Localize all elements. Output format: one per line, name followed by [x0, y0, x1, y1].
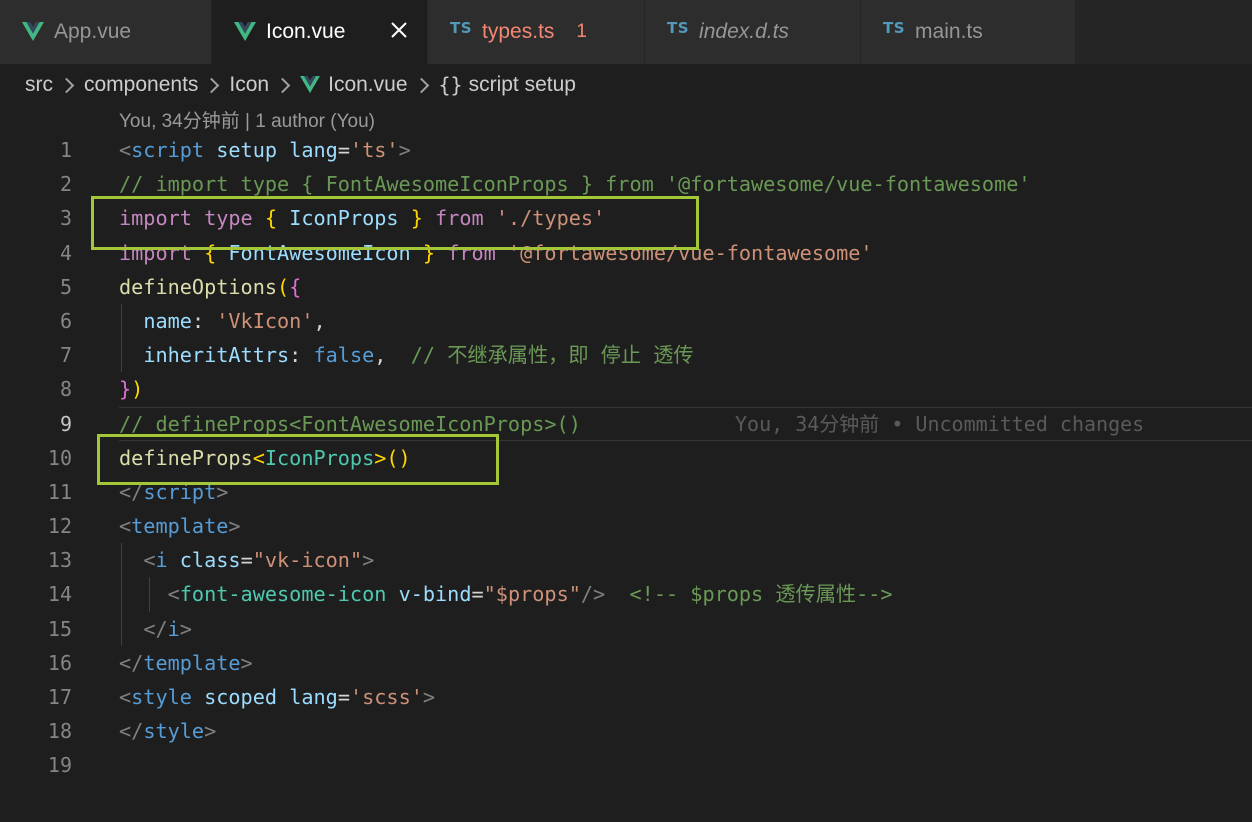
line-number: 3: [59, 206, 72, 231]
line-number: 1: [59, 138, 72, 162]
code-text[interactable]: import type { IconProps } from './types': [119, 201, 605, 235]
code-line: 12 <template>: [0, 509, 1252, 543]
inline-git-blame: You, 34分钟前 • Uncommitted changes: [735, 411, 1145, 436]
ts-icon: TS: [667, 19, 690, 37]
code-text[interactable]: </script>: [119, 475, 228, 509]
line-number: 17: [47, 685, 72, 709]
code-line: 8 }): [0, 372, 1252, 406]
code-line: 18 </style>: [0, 714, 1252, 748]
code-line: 14 <font-awesome-icon v-bind="$props"/> …: [0, 577, 1252, 612]
tab-label: main.ts: [915, 20, 983, 43]
code-text[interactable]: <script setup lang='ts'>: [119, 133, 411, 167]
code-text[interactable]: <font-awesome-icon v-bind="$props"/> <!-…: [119, 577, 893, 611]
vue-icon: [22, 22, 44, 42]
code-line: 6 name: 'VkIcon',: [0, 303, 1252, 339]
code-text[interactable]: defineOptions({: [119, 270, 301, 304]
code-text[interactable]: </style>: [119, 714, 216, 748]
line-number: 4: [59, 240, 72, 265]
code-text[interactable]: name: 'VkIcon',: [119, 304, 325, 338]
tab-app-vue[interactable]: App.vue: [0, 0, 212, 64]
ts-icon: TS: [450, 19, 473, 37]
tab-icon-vue[interactable]: Icon.vue: [212, 0, 428, 64]
code-line: 15 </i>: [0, 611, 1252, 646]
code-text[interactable]: <i class="vk-icon">: [119, 543, 374, 577]
code-line: 19: [0, 748, 1252, 782]
tab-main-ts[interactable]: TS main.ts: [861, 0, 1076, 64]
git-codelens[interactable]: You, 34分钟前 | 1 author (You): [119, 106, 375, 133]
editor-tab-bar: App.vue Icon.vue TS types.ts 1 TS index.…: [0, 0, 1252, 64]
tab-label: types.ts: [482, 20, 555, 43]
code-line: 7 inheritAttrs: false, // 不继承属性，即 停止 透传: [0, 338, 1252, 373]
chevron-right-icon: [58, 77, 75, 93]
line-number: 9: [59, 411, 72, 436]
tab-index-d-ts[interactable]: TS index.d.ts: [645, 0, 861, 64]
line-number: 5: [59, 274, 72, 299]
breadcrumb-components[interactable]: components: [84, 73, 198, 97]
line-number: 10: [47, 445, 72, 470]
line-number: 6: [59, 308, 72, 333]
line-number: 12: [47, 514, 72, 539]
code-editor[interactable]: 1 <script setup lang='ts'> 2 // import t…: [0, 133, 1252, 783]
code-text[interactable]: <style scoped lang='scss'>: [119, 680, 435, 714]
tab-types-ts[interactable]: TS types.ts 1: [428, 0, 645, 64]
line-number: 16: [47, 650, 72, 675]
code-line: 5 defineOptions({: [0, 270, 1252, 304]
code-line: 4 import { FontAwesomeIcon } from '@fort…: [0, 236, 1252, 270]
code-text[interactable]: import { FontAwesomeIcon } from '@fortaw…: [119, 236, 873, 270]
code-text[interactable]: // defineProps<FontAwesomeIconProps>(): [119, 407, 581, 441]
line-number: 11: [47, 479, 72, 504]
chevron-right-icon: [204, 77, 220, 93]
breadcrumb-file[interactable]: Icon.vue: [300, 73, 408, 97]
code-text[interactable]: </i>: [119, 612, 192, 646]
problem-count-badge: 1: [576, 21, 587, 42]
code-line: 11 </script>: [0, 475, 1252, 509]
line-number: 19: [47, 753, 72, 778]
code-line: 16 </template>: [0, 646, 1252, 680]
code-text[interactable]: inheritAttrs: false, // 不继承属性，即 停止 透传: [119, 338, 693, 372]
breadcrumb-symbol[interactable]: {} script setup: [439, 73, 576, 97]
line-number: 2: [59, 172, 72, 197]
code-line: 3 import type { IconProps } from './type…: [0, 201, 1252, 235]
code-line: 17 <style scoped lang='scss'>: [0, 680, 1252, 714]
code-text[interactable]: </template>: [119, 646, 253, 680]
code-text[interactable]: defineProps<IconProps>(): [119, 441, 411, 475]
close-icon[interactable]: [385, 16, 413, 44]
code-line: 2 // import type { FontAwesomeIconProps …: [0, 167, 1252, 201]
chevron-right-icon: [274, 77, 291, 93]
code-line: 1 <script setup lang='ts'>: [0, 133, 1252, 167]
line-number: 18: [47, 719, 72, 744]
breadcrumb-file-label: Icon.vue: [328, 73, 408, 96]
tab-label: App.vue: [54, 20, 132, 43]
tab-label: Icon.vue: [266, 20, 346, 43]
breadcrumb: src components Icon Icon.vue {} script s…: [25, 68, 576, 102]
code-line: 13 <i class="vk-icon">: [0, 543, 1252, 578]
code-text[interactable]: // import type { FontAwesomeIconProps } …: [119, 167, 1031, 201]
tab-label: index.d.ts: [699, 20, 789, 43]
ts-icon: TS: [883, 19, 906, 37]
breadcrumb-src[interactable]: src: [25, 73, 53, 97]
line-number: 13: [47, 548, 72, 573]
braces-icon: {}: [438, 73, 463, 97]
breadcrumb-symbol-label: script setup: [468, 73, 576, 96]
vue-icon: [234, 22, 256, 42]
code-text[interactable]: <template>: [119, 509, 241, 543]
line-number: 15: [47, 616, 72, 641]
code-line: 10 defineProps<IconProps>(): [0, 441, 1252, 475]
code-text[interactable]: }): [119, 372, 143, 406]
breadcrumb-icon-folder[interactable]: Icon: [229, 73, 269, 97]
chevron-right-icon: [413, 77, 429, 93]
line-number: 14: [47, 582, 72, 607]
line-number: 7: [59, 343, 72, 368]
line-number: 8: [59, 377, 72, 402]
code-line-current: 9 // defineProps<FontAwesomeIconProps>()…: [0, 406, 1252, 441]
vue-icon: [300, 76, 321, 94]
